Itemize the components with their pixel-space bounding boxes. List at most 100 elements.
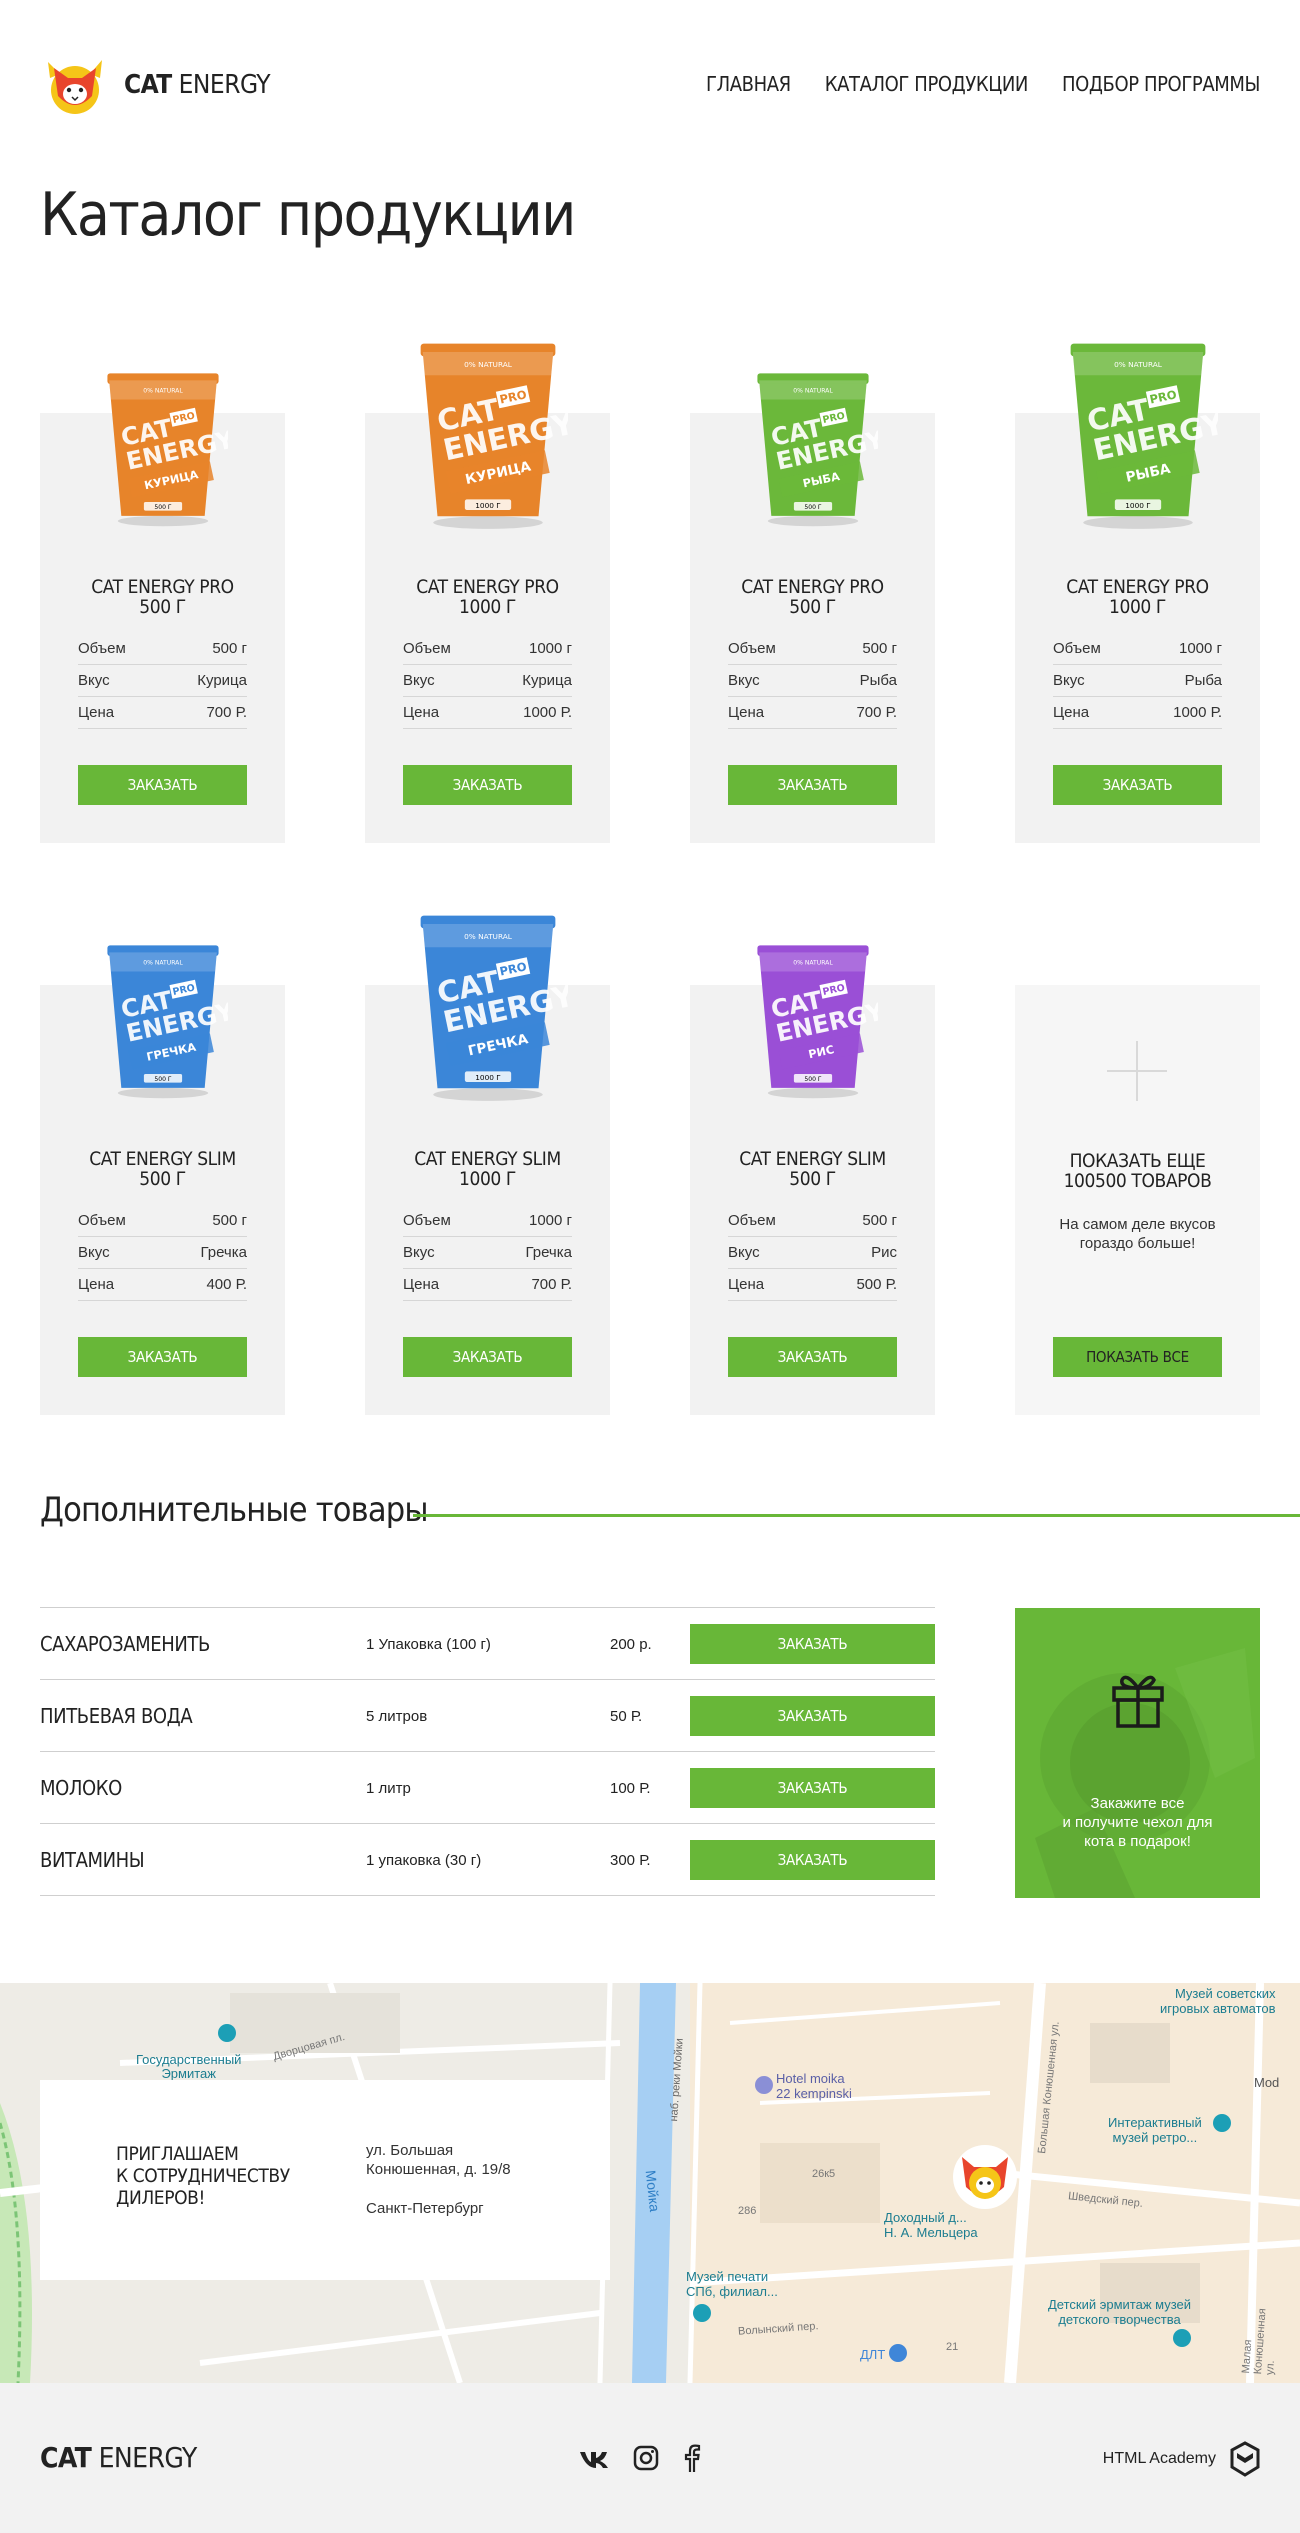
spec-price: Цена 1000 Р.: [403, 697, 572, 729]
svg-text:500 Г: 500 Г: [154, 504, 171, 511]
product-cup-image: 0% NATURAL CAT ENERGY PRO КУРИЦА 500 Г: [98, 363, 236, 533]
logo-text: CAT ENERGY: [124, 70, 271, 100]
show-all-button[interactable]: ПОКАЗАТЬ ВСЕ: [1053, 1337, 1222, 1377]
spec-price: Цена 700 Р.: [728, 697, 897, 729]
gift-promo: Закажите все и получите чехол для кота в…: [1015, 1608, 1260, 1898]
svg-text:0% NATURAL: 0% NATURAL: [143, 388, 183, 395]
product-card: 0% NATURAL CAT ENERGY PRO ГРЕЧКА 1000 Г …: [365, 915, 610, 1415]
order-button[interactable]: ЗАКАЗАТЬ: [728, 1337, 897, 1377]
product-cup-image: 0% NATURAL CAT ENERGY PRO РЫБА 500 Г: [748, 363, 886, 533]
spec-volume: Объем 500 г: [78, 633, 247, 665]
section-divider: [413, 1514, 1300, 1517]
product-specs: Объем 500 г Вкус Рыба Цена 700 Р.: [728, 633, 897, 729]
spec-taste: Вкус Курица: [403, 665, 572, 697]
product-card: 0% NATURAL CAT ENERGY PRO КУРИЦА 500 Г C…: [40, 373, 285, 843]
dealer-address: ул. Большая Конюшенная, д. 19/8: [366, 2142, 511, 2178]
spec-taste: Вкус Рис: [728, 1237, 897, 1269]
spec-price: Цена 700 Р.: [403, 1269, 572, 1301]
order-button[interactable]: ЗАКАЗАТЬ: [690, 1768, 935, 1808]
order-button[interactable]: ЗАКАЗАТЬ: [728, 765, 897, 805]
order-button[interactable]: ЗАКАЗАТЬ: [403, 765, 572, 805]
gift-background-image: [1035, 1648, 1255, 1898]
map-label-museum: Музей советских игровых автоматов: [1160, 1986, 1276, 2016]
dealer-city: Санкт-Петербург: [366, 2200, 484, 2217]
nav-catalog[interactable]: КАТАЛОГ ПРОДУКЦИИ: [825, 72, 1029, 96]
product-card: 0% NATURAL CAT ENERGY PRO РИС 500 Г CAT …: [690, 945, 935, 1415]
spec-volume: Объем 1000 г: [1053, 633, 1222, 665]
product-card: 0% NATURAL CAT ENERGY PRO РЫБА 500 Г CAT…: [690, 373, 935, 843]
html-academy-icon: [1230, 2441, 1260, 2477]
spec-taste: Вкус Рыба: [728, 665, 897, 697]
spec-taste: Вкус Рыба: [1053, 665, 1222, 697]
order-button[interactable]: ЗАКАЗАТЬ: [78, 765, 247, 805]
dealer-box: ПРИГЛАШАЕМ К СОТРУДНИЧЕСТВУ ДИЛЕРОВ! ул.…: [40, 2080, 610, 2280]
svg-text:0% NATURAL: 0% NATURAL: [793, 388, 833, 395]
product-name: CAT ENERGY SLIM 1000 Г: [414, 1148, 561, 1190]
spec-taste: Вкус Гречка: [403, 1237, 572, 1269]
spec-taste: Вкус Курица: [78, 665, 247, 697]
spec-volume: Объем 1000 г: [403, 633, 572, 665]
nav-program[interactable]: ПОДБОР ПРОГРАММЫ: [1062, 72, 1260, 96]
order-button[interactable]: ЗАКАЗАТЬ: [78, 1337, 247, 1377]
cat-logo-icon: [40, 52, 110, 118]
facebook-icon[interactable]: [682, 2443, 702, 2478]
nav-home[interactable]: ГЛАВНАЯ: [706, 72, 791, 96]
map-label-hermitage: Государственный Эрмитаж: [136, 2052, 242, 2081]
product-cup-image: 0% NATURAL CAT ENERGY PRO ГРЕЧКА 1000 Г: [408, 903, 577, 1108]
footer-logo[interactable]: CAT ENERGY: [40, 2441, 197, 2474]
svg-text:500 Г: 500 Г: [804, 1076, 821, 1083]
map-pin-icon[interactable]: [948, 2143, 1022, 2217]
additional-row: САХАРОЗАМЕНИТЬ 1 Упаковка (100 г) 200 р.…: [40, 1608, 935, 1680]
product-cup-image: 0% NATURAL CAT ENERGY PRO КУРИЦА 1000 Г: [408, 331, 577, 536]
vk-icon[interactable]: [578, 2443, 610, 2478]
spec-volume: Объем 1000 г: [403, 1205, 572, 1237]
product-name: CAT ENERGY PRO 500 Г: [91, 576, 234, 618]
additional-row: ВИТАМИНЫ 1 упаковка (30 г) 300 Р. ЗАКАЗА…: [40, 1824, 935, 1896]
product-specs: Объем 1000 г Вкус Курица Цена 1000 Р.: [403, 633, 572, 729]
page-title: Каталог продукции: [40, 180, 576, 250]
order-button[interactable]: ЗАКАЗАТЬ: [690, 1624, 935, 1664]
product-card: 0% NATURAL CAT ENERGY PRO РЫБА 1000 Г CA…: [1015, 343, 1260, 843]
additional-row: ПИТЬЕВАЯ ВОДА 5 литров 50 Р. ЗАКАЗАТЬ: [40, 1680, 935, 1752]
order-button[interactable]: ЗАКАЗАТЬ: [1053, 765, 1222, 805]
svg-text:1000 Г: 1000 Г: [475, 1073, 501, 1082]
product-cup-image: 0% NATURAL CAT ENERGY PRO РЫБА 1000 Г: [1058, 331, 1227, 536]
spec-price: Цена 700 Р.: [78, 697, 247, 729]
site-logo[interactable]: CAT ENERGY: [40, 52, 271, 118]
main-nav: ГЛАВНАЯ КАТАЛОГ ПРОДУКЦИИ ПОДБОР ПРОГРАМ…: [706, 72, 1260, 96]
spec-volume: Объем 500 г: [728, 633, 897, 665]
svg-text:500 Г: 500 Г: [154, 1076, 171, 1083]
svg-text:1000 Г: 1000 Г: [475, 501, 501, 510]
svg-text:1000 Г: 1000 Г: [1125, 501, 1151, 510]
gift-icon: [1112, 1675, 1164, 1728]
svg-text:0% NATURAL: 0% NATURAL: [464, 360, 513, 369]
order-button[interactable]: ЗАКАЗАТЬ: [403, 1337, 572, 1377]
product-cup-image: 0% NATURAL CAT ENERGY PRO РИС 500 Г: [748, 935, 886, 1105]
map-label-mod: Mod: [1254, 2075, 1280, 2090]
map-label-retro: Интерактивный музей ретро...: [1108, 2115, 1202, 2145]
instagram-icon[interactable]: [632, 2443, 660, 2478]
product-specs: Объем 500 г Вкус Рис Цена 500 Р.: [728, 1205, 897, 1301]
order-button[interactable]: ЗАКАЗАТЬ: [690, 1696, 935, 1736]
dealer-title: ПРИГЛАШАЕМ К СОТРУДНИЧЕСТВУ ДИЛЕРОВ!: [116, 2143, 290, 2209]
map-number: 286: [738, 2205, 757, 2217]
spec-volume: Объем 500 г: [728, 1205, 897, 1237]
product-name: CAT ENERGY PRO 1000 Г: [416, 576, 559, 618]
social-links: [578, 2443, 702, 2478]
additional-title: Дополнительные товары: [40, 1490, 429, 1530]
footer: CAT ENERGY HTML Academy: [0, 2383, 1300, 2533]
product-cup-image: 0% NATURAL CAT ENERGY PRO ГРЕЧКА 500 Г: [98, 935, 236, 1105]
svg-text:0% NATURAL: 0% NATURAL: [143, 960, 183, 967]
product-name: CAT ENERGY PRO 1000 Г: [1066, 576, 1209, 618]
product-name: CAT ENERGY SLIM 500 Г: [739, 1148, 886, 1190]
spec-price: Цена 400 Р.: [78, 1269, 247, 1301]
svg-text:0% NATURAL: 0% NATURAL: [1114, 360, 1163, 369]
order-button[interactable]: ЗАКАЗАТЬ: [690, 1840, 935, 1880]
gift-text: Закажите все и получите чехол для кота в…: [1062, 1795, 1213, 1850]
product-card: 0% NATURAL CAT ENERGY PRO ГРЕЧКА 500 Г C…: [40, 945, 285, 1415]
product-specs: Объем 1000 г Вкус Гречка Цена 700 Р.: [403, 1205, 572, 1301]
html-academy-link[interactable]: HTML Academy: [1103, 2441, 1260, 2477]
show-more-text: На самом деле вкусов гораздо больше!: [1059, 1216, 1216, 1252]
spec-price: Цена 500 Р.: [728, 1269, 897, 1301]
map-number: 26к5: [812, 2168, 836, 2180]
